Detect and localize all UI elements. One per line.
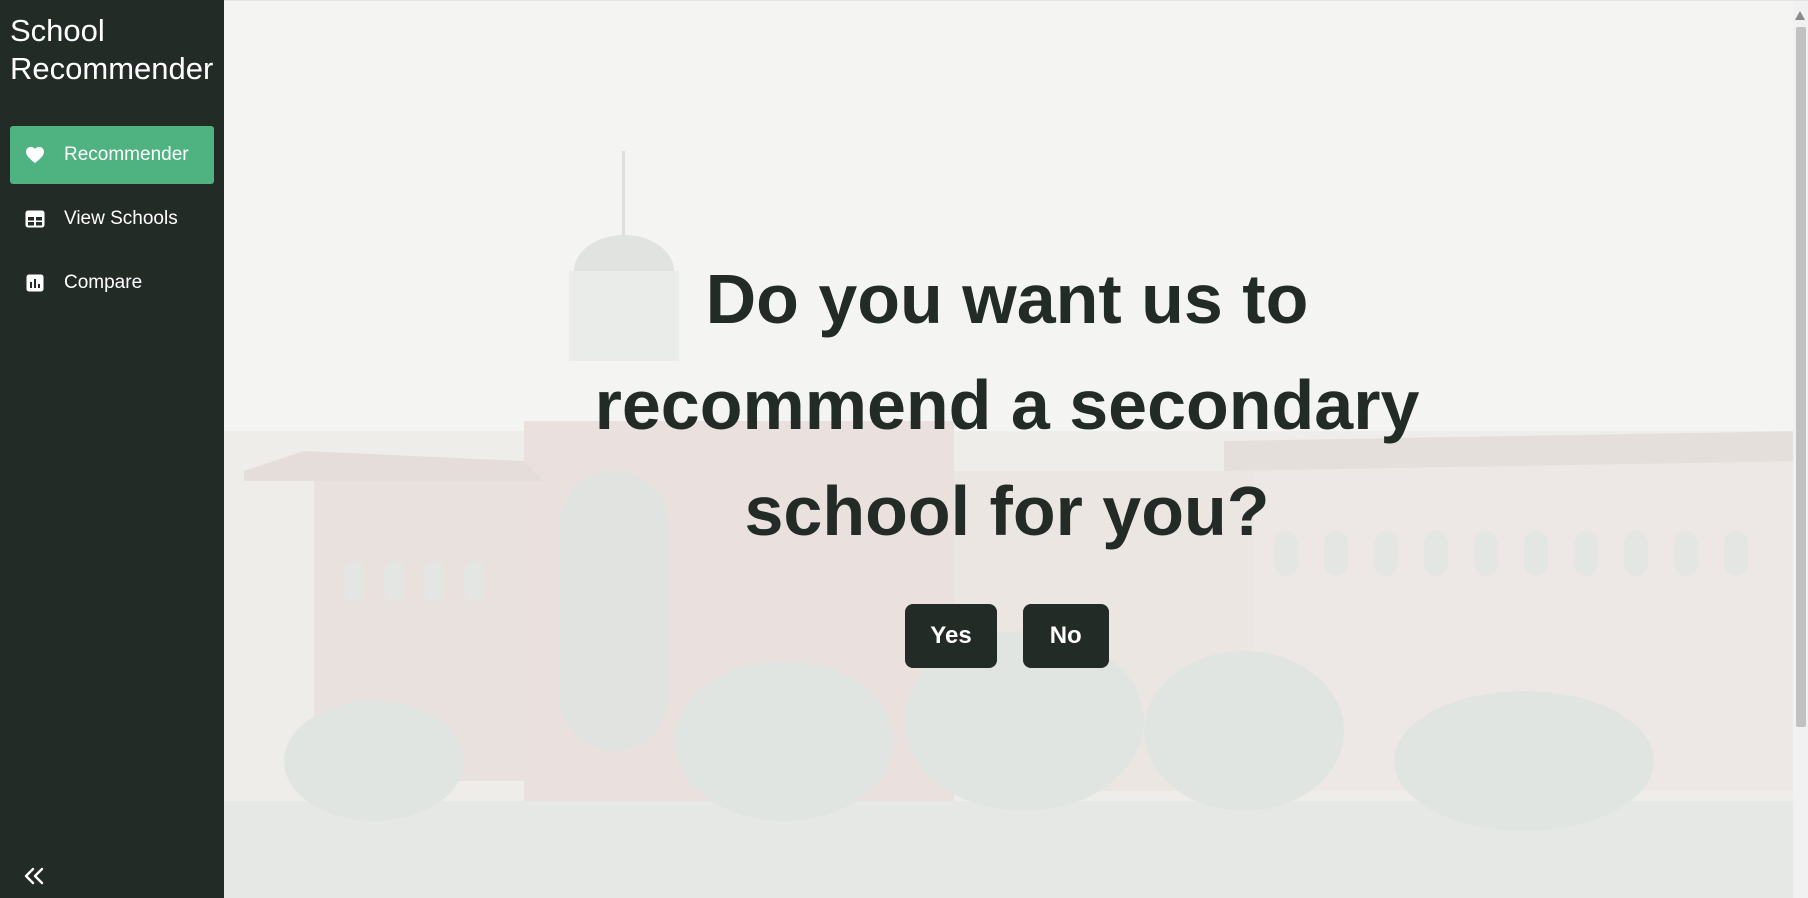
sidebar-item-recommender[interactable]: Recommender <box>10 126 214 184</box>
scroll-up-arrow-icon[interactable] <box>1795 11 1805 20</box>
sidebar-item-compare[interactable]: Compare <box>10 254 214 312</box>
sidebar-item-label: Recommender <box>64 144 189 165</box>
prompt-headline: Do you want us to recommend a secondary … <box>594 260 1420 550</box>
main-content: Do you want us to recommend a secondary … <box>224 0 1808 898</box>
sidebar-item-label: View Schools <box>64 208 178 229</box>
heart-icon <box>24 144 46 166</box>
sidebar-item-label: Compare <box>64 272 143 293</box>
no-button[interactable]: No <box>1022 604 1109 668</box>
table-icon <box>24 208 46 230</box>
recommend-prompt: Do you want us to recommend a secondary … <box>224 246 1790 668</box>
scrollbar-thumb[interactable] <box>1796 27 1806 727</box>
collapse-sidebar-button[interactable] <box>20 864 48 892</box>
double-chevron-left-icon <box>23 867 45 890</box>
app-brand: School Recommender <box>10 13 214 86</box>
sidebar: School Recommender Recommender View Scho… <box>0 0 224 898</box>
bar-chart-icon <box>24 272 46 294</box>
app-root: School Recommender Recommender View Scho… <box>0 0 1808 898</box>
sidebar-item-view-schools[interactable]: View Schools <box>10 190 214 248</box>
prompt-actions: Yes No <box>224 604 1790 668</box>
yes-button[interactable]: Yes <box>905 604 997 668</box>
sidebar-nav: Recommender View Schools Compare <box>0 126 224 312</box>
vertical-scrollbar[interactable] <box>1793 1 1808 898</box>
